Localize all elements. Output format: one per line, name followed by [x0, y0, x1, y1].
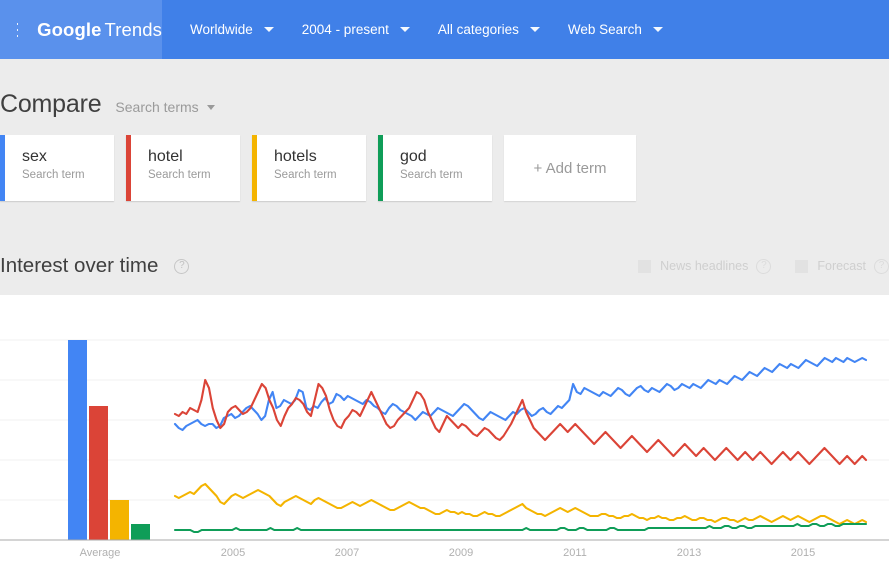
filter-category[interactable]: All categories: [424, 0, 554, 59]
header-filters: Worldwide 2004 - present All categories …: [162, 0, 677, 59]
x-axis-tick-label: 2011: [563, 547, 587, 559]
brand-title: Google Trends: [37, 19, 162, 41]
filter-search-type-label: Web Search: [567, 22, 642, 37]
chevron-down-icon: [529, 27, 540, 32]
chevron-down-icon: [652, 27, 663, 32]
filter-location-label: Worldwide: [190, 22, 253, 37]
compare-title: Compare: [0, 90, 102, 118]
compare-card-hotel[interactable]: hotel Search term: [126, 135, 240, 201]
compare-card-subtitle: Search term: [148, 169, 211, 181]
filter-search-type[interactable]: Web Search: [554, 0, 677, 59]
compare-card-sex[interactable]: sex Search term: [0, 135, 114, 201]
option-forecast[interactable]: Forecast?: [795, 258, 889, 274]
compare-card-term: hotels: [274, 148, 317, 165]
brand-title-primary: Google: [37, 18, 102, 40]
compare-card-subtitle: Search term: [274, 169, 337, 181]
filter-timerange[interactable]: 2004 - present: [288, 0, 424, 59]
help-icon[interactable]: ?: [756, 258, 772, 274]
interest-over-time-chart: Average 2005 2007 2009 2011 2013 2015: [0, 295, 889, 574]
compare-card-term: god: [400, 148, 427, 165]
chevron-down-icon: [399, 27, 410, 32]
filter-timerange-label: 2004 - present: [301, 22, 389, 37]
compare-term-cards: sex Search term hotel Search term hotels Sear…: [0, 135, 648, 201]
option-news-headlines[interactable]: News headlines?: [638, 258, 772, 274]
brand-title-secondary: Trends: [104, 18, 162, 40]
help-icon[interactable]: ?: [174, 258, 190, 274]
x-axis-tick-label: 2013: [677, 547, 701, 559]
compare-type-selector[interactable]: Search terms: [115, 99, 215, 115]
google-trends-page: Google Trends Worldwide 2004 - present Al…: [0, 0, 889, 574]
trend-line-god[interactable]: [173, 522, 868, 534]
checkbox[interactable]: [638, 259, 652, 273]
top-navigation-bar: Google Trends Worldwide 2004 - present Al…: [0, 0, 889, 59]
add-term-button[interactable]: + Add term: [504, 135, 636, 201]
compare-card-hotels[interactable]: hotels Search term: [252, 135, 366, 201]
section-title: Interest over time: [0, 254, 159, 277]
compare-header: Compare Search terms: [0, 90, 215, 119]
brand-home-button[interactable]: Google Trends: [0, 0, 162, 59]
compare-card-term: sex: [22, 148, 47, 165]
average-bar-hotels[interactable]: [110, 500, 129, 540]
x-axis-tick-label: 2007: [335, 547, 359, 559]
filter-category-label: All categories: [437, 22, 519, 37]
chart-options: News headlines? Forecast?: [614, 249, 889, 283]
compare-card-term: hotel: [148, 148, 183, 165]
trends-chart-svg[interactable]: Average 2005 2007 2009 2011 2013 2015: [0, 295, 889, 574]
help-icon[interactable]: ?: [874, 258, 889, 274]
compare-card-subtitle: Search term: [400, 169, 463, 181]
interest-over-time-header: Interest over time ? News headlines? Fore…: [0, 249, 889, 283]
trend-line-sex[interactable]: [173, 356, 868, 432]
x-axis-tick-label: 2015: [791, 547, 815, 559]
chevron-down-icon: [263, 27, 274, 32]
option-label: News headlines: [660, 259, 749, 273]
compare-card-god[interactable]: god Search term: [378, 135, 492, 201]
compare-card-subtitle: Search term: [22, 169, 85, 181]
add-term-label: + Add term: [533, 159, 607, 177]
average-bar-sex[interactable]: [68, 340, 87, 540]
average-bar-hotel[interactable]: [89, 406, 108, 540]
option-label: Forecast: [817, 259, 866, 273]
compare-type-label: Search terms: [115, 99, 199, 115]
x-axis-tick-label: 2005: [221, 547, 245, 559]
trend-line-hotel[interactable]: [173, 378, 868, 466]
filter-location[interactable]: Worldwide: [176, 0, 288, 59]
x-axis-tick-label: 2009: [449, 547, 473, 559]
chevron-down-icon: [206, 104, 215, 110]
x-axis-tick-label: Average: [80, 547, 121, 559]
average-bar-god[interactable]: [131, 524, 150, 540]
checkbox[interactable]: [795, 259, 809, 273]
trend-line-hotels[interactable]: [173, 482, 868, 526]
